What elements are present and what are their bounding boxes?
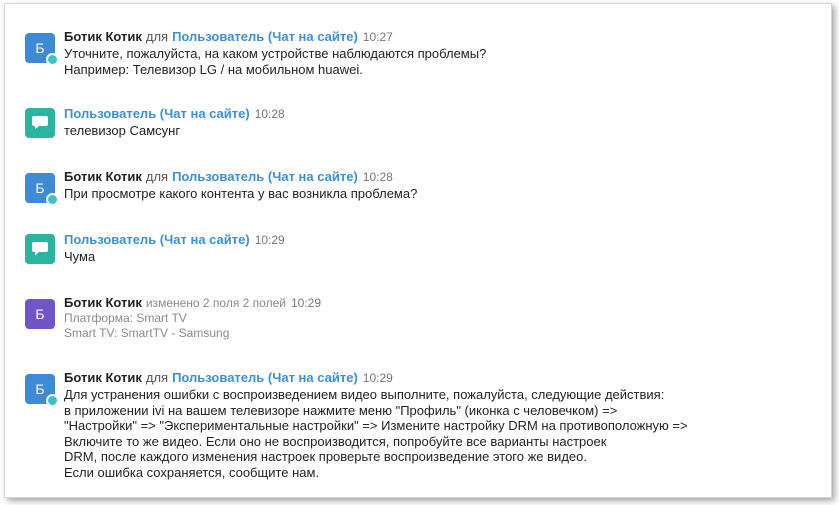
recipient-link[interactable]: Пользователь (Чат на сайте) [172, 370, 358, 385]
avatar-letter: Б [35, 180, 45, 196]
changed-fields: Платформа: Smart TV Smart TV: SmartTV - … [64, 311, 229, 341]
message-header: Пользователь (Чат на сайте) 10:28 [64, 105, 285, 123]
for-label: для [145, 370, 169, 385]
message-line: "Настройки" => "Экспериментальные настро… [64, 418, 688, 434]
message-time: 10:28 [362, 170, 393, 184]
message-line: Чума [64, 249, 96, 264]
message-line: DRM, после каждого изменения настроек пр… [64, 449, 587, 465]
message-time: 10:28 [254, 107, 285, 121]
author-name[interactable]: Ботик Котик [64, 370, 142, 385]
avatar: Б [25, 173, 59, 206]
message-header: Ботик Котик для Пользователь (Чат на сайте… [64, 369, 393, 387]
message-line: телевизор Самсунг [64, 123, 181, 138]
recipient-link[interactable]: Пользователь (Чат на сайте) [172, 169, 358, 184]
recipient-link[interactable]: Пользователь (Чат на сайте) [172, 29, 358, 44]
message-header: Ботик Котик для Пользователь (Чат на сайте… [64, 28, 393, 46]
message-line: в приложении ivi на вашем телевизоре наж… [64, 402, 618, 418]
chat-bubble-icon [32, 242, 48, 256]
online-status-icon [46, 53, 59, 66]
message-time: 10:29 [254, 233, 285, 247]
message-line: Включите то же видео. Если оно не воспро… [64, 433, 607, 449]
avatar: Б [25, 299, 55, 329]
message-header: Ботик Котик изменено 2 поля 2 полей 10:29 [64, 294, 321, 312]
chat-history-panel: Б Ботик Котик для Пользователь (Чат на сай… [4, 3, 832, 498]
message-line: При просмотре какого контента у вас возн… [64, 186, 418, 201]
message-text: Чума [64, 249, 95, 265]
message-time: 10:29 [362, 371, 393, 385]
author-name[interactable]: Ботик Котик [64, 169, 142, 184]
for-label: для [145, 29, 169, 44]
author-link[interactable]: Пользователь (Чат на сайте) [64, 106, 250, 121]
avatar: Б [25, 33, 59, 66]
message-header: Пользователь (Чат на сайте) 10:29 [64, 231, 285, 249]
avatar-letter: Б [35, 381, 45, 397]
avatar: Б [25, 374, 59, 407]
author-name[interactable]: Ботик Котик [64, 295, 142, 310]
message-line: Уточните, пожалуйста, на каком устройств… [64, 46, 487, 61]
field-change: Платформа: Smart TV [64, 311, 187, 325]
message-line: Если ошибка сохраняется, сообщите нам. [64, 464, 320, 480]
message-text: телевизор Самсунг [64, 123, 180, 139]
avatar-letter: Б [35, 306, 45, 322]
avatar [25, 234, 55, 264]
change-action: изменено 2 поля 2 полей [145, 296, 286, 310]
message-text: Уточните, пожалуйста, на каком устройств… [64, 46, 486, 77]
online-status-icon [46, 394, 59, 407]
message-line: Для устранения ошибки с воспроизведением… [64, 387, 665, 402]
message-time: 10:27 [362, 30, 393, 44]
message-line: Например: Телевизор LG / на мобильном hu… [64, 61, 363, 77]
message-text: Для устранения ошибки с воспроизведением… [64, 387, 688, 481]
avatar-letter: Б [35, 40, 45, 56]
avatar [25, 108, 55, 138]
online-status-icon [46, 193, 59, 206]
field-change: Smart TV: SmartTV - Samsung [64, 326, 230, 340]
for-label: для [145, 169, 169, 184]
message-time: 10:29 [290, 296, 321, 310]
author-name[interactable]: Ботик Котик [64, 29, 142, 44]
message-header: Ботик Котик для Пользователь (Чат на сайте… [64, 168, 393, 186]
message-text: При просмотре какого контента у вас возн… [64, 186, 417, 202]
chat-bubble-icon [32, 116, 48, 130]
author-link[interactable]: Пользователь (Чат на сайте) [64, 232, 250, 247]
